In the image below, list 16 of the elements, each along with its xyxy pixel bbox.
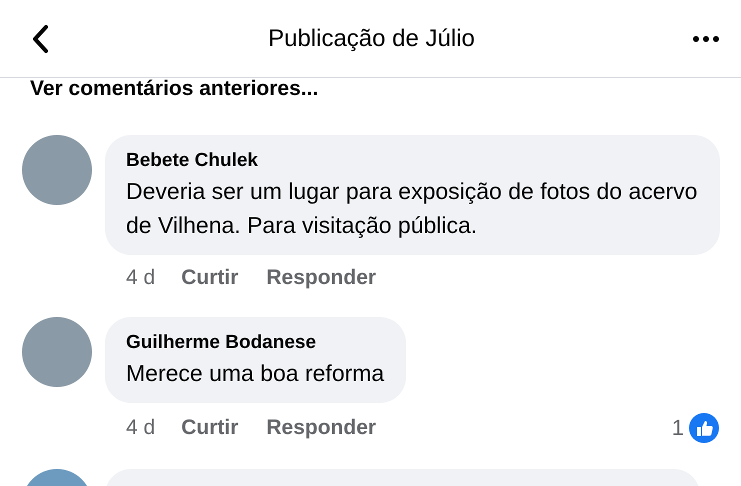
comment-author[interactable]: Bebete Chulek <box>126 148 698 174</box>
comment-time: 4 d <box>126 265 156 291</box>
like-link[interactable]: Curtir <box>181 415 238 441</box>
post-title: Publicação de Júlio <box>268 24 475 52</box>
comment-text: Merece uma boa reforma <box>126 359 384 388</box>
comment-text: Deveria ser um lugar para exposição de fotos do acervo de Vilhena. Para visitação pública. <box>126 177 698 240</box>
reply-link[interactable]: Responder <box>266 265 376 291</box>
like-link[interactable]: Curtir <box>181 265 238 291</box>
reply-link[interactable]: Responder <box>266 415 376 441</box>
comment-time: 4 d <box>126 415 156 441</box>
comment-author[interactable]: Guilherme Bodanese <box>126 330 384 356</box>
reaction-count: 1 <box>672 415 684 441</box>
back-chevron-icon <box>30 24 50 54</box>
back-button[interactable] <box>30 24 50 54</box>
like-reaction-icon <box>689 413 719 443</box>
view-previous-comments-link[interactable]: Ver comentários anteriores... <box>30 78 741 100</box>
